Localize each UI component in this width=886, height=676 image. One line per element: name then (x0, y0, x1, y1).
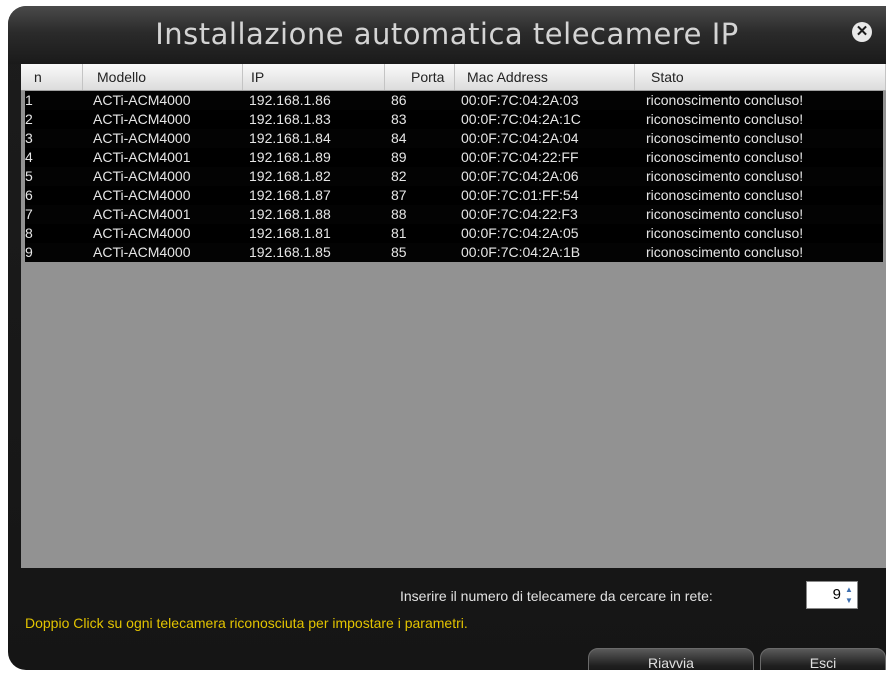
dialog-window: Installazione automatica telecamere IP ✕… (8, 6, 886, 670)
cell-n: 7 (25, 206, 33, 222)
cell-n: 4 (25, 149, 33, 165)
cell-stato: riconoscimento concluso! (646, 187, 804, 203)
cell-porta: 81 (391, 225, 407, 241)
table-row[interactable]: 8 ACTi-ACM4000 192.168.1.81 81 00:0F:7C:… (25, 224, 883, 243)
cell-porta: 84 (391, 130, 407, 146)
cell-ip: 192.168.1.83 (249, 111, 331, 127)
column-header-stato[interactable]: Stato (635, 64, 886, 90)
cell-modello: ACTi-ACM4000 (93, 92, 191, 108)
cell-porta: 85 (391, 244, 407, 260)
cell-mac: 00:0F:7C:04:22:FF (461, 149, 579, 165)
close-icon[interactable]: ✕ (852, 22, 872, 42)
cell-porta: 88 (391, 206, 407, 222)
cell-ip: 192.168.1.89 (249, 149, 331, 165)
column-header-n[interactable]: n (21, 64, 83, 90)
cell-porta: 82 (391, 168, 407, 184)
cell-stato: riconoscimento concluso! (646, 92, 804, 108)
cell-porta: 86 (391, 92, 407, 108)
cell-n: 9 (25, 244, 33, 260)
cell-stato: riconoscimento concluso! (646, 130, 804, 146)
cell-n: 8 (25, 225, 33, 241)
cell-modello: ACTi-ACM4000 (93, 168, 191, 184)
table-header: n Modello IP Porta Mac Address Stato (21, 64, 886, 91)
cell-porta: 87 (391, 187, 407, 203)
table-row[interactable]: 5 ACTi-ACM4000 192.168.1.82 82 00:0F:7C:… (25, 167, 883, 186)
cell-modello: ACTi-ACM4001 (93, 206, 191, 222)
cell-ip: 192.168.1.88 (249, 206, 331, 222)
table-row[interactable]: 2 ACTi-ACM4000 192.168.1.83 83 00:0F:7C:… (25, 110, 883, 129)
window-title: Installazione automatica telecamere IP (155, 17, 739, 51)
cell-mac: 00:0F:7C:01:FF:54 (461, 187, 579, 203)
camera-count-stepper[interactable]: 9 ▲ ▼ (806, 581, 858, 609)
table-row[interactable]: 6 ACTi-ACM4000 192.168.1.87 87 00:0F:7C:… (25, 186, 883, 205)
camera-count-value[interactable]: 9 (809, 586, 841, 603)
cell-modello: ACTi-ACM4000 (93, 244, 191, 260)
cell-n: 1 (25, 92, 33, 108)
cell-modello: ACTi-ACM4000 (93, 225, 191, 241)
table-row[interactable]: 7 ACTi-ACM4001 192.168.1.88 88 00:0F:7C:… (25, 205, 883, 224)
cell-stato: riconoscimento concluso! (646, 244, 804, 260)
table-body: 1 ACTi-ACM4000 192.168.1.86 86 00:0F:7C:… (25, 91, 883, 262)
table-row[interactable]: 3 ACTi-ACM4000 192.168.1.84 84 00:0F:7C:… (25, 129, 883, 148)
cell-mac: 00:0F:7C:04:2A:1C (461, 111, 581, 127)
column-header-modello[interactable]: Modello (83, 64, 243, 90)
cell-stato: riconoscimento concluso! (646, 168, 804, 184)
cell-modello: ACTi-ACM4000 (93, 187, 191, 203)
cell-mac: 00:0F:7C:04:2A:03 (461, 92, 579, 108)
cell-ip: 192.168.1.85 (249, 244, 331, 260)
cell-n: 6 (25, 187, 33, 203)
cell-ip: 192.168.1.81 (249, 225, 331, 241)
cell-stato: riconoscimento concluso! (646, 206, 804, 222)
cell-modello: ACTi-ACM4000 (93, 111, 191, 127)
table-row[interactable]: 4 ACTi-ACM4001 192.168.1.89 89 00:0F:7C:… (25, 148, 883, 167)
column-header-porta[interactable]: Porta (385, 64, 455, 90)
cell-modello: ACTi-ACM4000 (93, 130, 191, 146)
cell-stato: riconoscimento concluso! (646, 225, 804, 241)
cell-porta: 83 (391, 111, 407, 127)
table-row[interactable]: 1 ACTi-ACM4000 192.168.1.86 86 00:0F:7C:… (25, 91, 883, 110)
exit-button[interactable]: Esci (760, 648, 886, 670)
cell-mac: 00:0F:7C:04:2A:06 (461, 168, 579, 184)
cell-mac: 00:0F:7C:04:2A:1B (461, 244, 581, 260)
cell-ip: 192.168.1.84 (249, 130, 331, 146)
camera-table: n Modello IP Porta Mac Address Stato 1 A… (21, 64, 886, 568)
restart-button[interactable]: Riavvia (588, 648, 754, 670)
cell-n: 2 (25, 111, 33, 127)
cell-porta: 89 (391, 149, 407, 165)
cell-mac: 00:0F:7C:04:22:F3 (461, 206, 578, 222)
column-header-ip[interactable]: IP (243, 64, 385, 90)
table-row[interactable]: 9 ACTi-ACM4000 192.168.1.85 85 00:0F:7C:… (25, 243, 883, 262)
cell-mac: 00:0F:7C:04:2A:04 (461, 130, 579, 146)
cell-n: 5 (25, 168, 33, 184)
spinner-arrows-icon[interactable]: ▲ ▼ (843, 584, 855, 606)
title-bar: Installazione automatica telecamere IP ✕ (8, 6, 886, 64)
cell-stato: riconoscimento concluso! (646, 111, 804, 127)
cell-modello: ACTi-ACM4001 (93, 149, 191, 165)
column-header-mac[interactable]: Mac Address (455, 64, 635, 90)
hint-text: Doppio Click su ogni telecamera riconosc… (25, 615, 468, 631)
cell-mac: 00:0F:7C:04:2A:05 (461, 225, 579, 241)
cell-ip: 192.168.1.82 (249, 168, 331, 184)
cell-ip: 192.168.1.87 (249, 187, 331, 203)
cell-stato: riconoscimento concluso! (646, 149, 804, 165)
camera-count-label: Inserire il numero di telecamere da cerc… (400, 588, 713, 604)
cell-ip: 192.168.1.86 (249, 92, 331, 108)
footer-panel: Inserire il numero di telecamere da cerc… (8, 568, 886, 670)
cell-n: 3 (25, 130, 33, 146)
